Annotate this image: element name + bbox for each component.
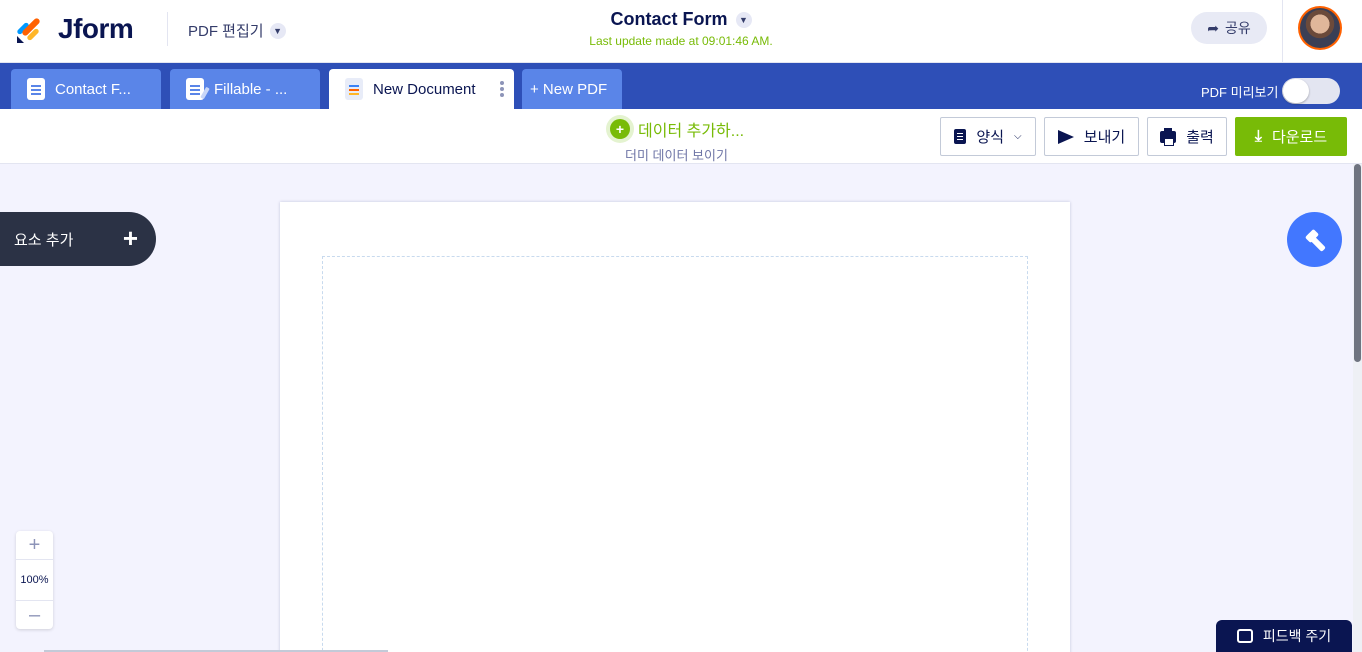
share-label: 공유 (1224, 20, 1251, 36)
tab-fillable[interactable]: Fillable - ... (170, 69, 320, 109)
scrollbar-thumb[interactable] (1354, 164, 1361, 362)
share-button[interactable]: ➦ 공유 (1191, 12, 1267, 44)
send-button[interactable]: 보내기 (1044, 117, 1139, 156)
form-icon (954, 129, 967, 144)
form-dropdown-button[interactable]: 양식 ⌵ (940, 117, 1036, 156)
avatar-image (1300, 8, 1340, 48)
new-pdf-label: + New PDF (530, 80, 608, 98)
chevron-down-icon: ▼ (735, 11, 752, 28)
add-data-button[interactable]: + 데이터 추가하... (610, 117, 744, 141)
form-label: 양식 (976, 129, 1004, 146)
download-label: 다운로드 (1271, 129, 1328, 146)
vertical-scrollbar[interactable] (1353, 164, 1362, 652)
pdf-page[interactable] (280, 202, 1070, 652)
pdf-preview-label: PDF 미리보기 (1201, 84, 1279, 100)
tab-label: New Document (373, 80, 476, 98)
add-data-label: 데이터 추가하... (638, 123, 745, 140)
plus-icon: + (122, 223, 138, 253)
tab-new-document[interactable]: New Document (329, 69, 514, 109)
plus-circle-icon: + (610, 119, 630, 139)
send-label: 보내기 (1083, 129, 1126, 146)
pdf-preview-control: PDF 미리보기 (1201, 78, 1341, 104)
pdf-preview-toggle[interactable] (1282, 78, 1341, 104)
document-title[interactable]: Contact Form ▼ (611, 9, 752, 30)
print-label: 출력 (1186, 129, 1214, 146)
printer-icon (1160, 127, 1177, 146)
share-arrow-icon: ➦ (1207, 19, 1219, 36)
send-icon (1057, 129, 1074, 144)
add-element-button[interactable]: 요소 추가 + (0, 212, 156, 266)
document-tab-bar: Contact F... Fillable - ... New Document… (0, 63, 1362, 109)
zoom-out-button[interactable]: – (16, 601, 53, 629)
tab-label: Contact F... (55, 80, 131, 98)
editor-toolbar: + 데이터 추가하... 더미 데이터 보이기 양식 ⌵ 보내기 출력 ⤓ 다운… (0, 109, 1362, 164)
zoom-level: 100% (16, 559, 53, 601)
more-vertical-icon[interactable] (500, 81, 504, 97)
document-title-area: Contact Form ▼ Last update made at 09:01… (0, 9, 1362, 48)
feedback-icon (1236, 629, 1253, 643)
tab-label: Fillable - ... (214, 80, 288, 98)
document-icon (27, 78, 45, 100)
page-content-area[interactable] (322, 256, 1028, 652)
fillable-document-icon (186, 78, 204, 100)
header-divider (1282, 0, 1283, 63)
download-icon: ⤓ (1254, 127, 1262, 145)
print-button[interactable]: 출력 (1147, 117, 1227, 156)
zoom-in-button[interactable]: + (16, 531, 53, 559)
feedback-button[interactable]: 피드백 주기 (1216, 620, 1352, 652)
show-dummy-data-link[interactable]: 더미 데이터 보이기 (625, 145, 728, 164)
document-icon (345, 78, 363, 100)
add-element-label: 요소 추가 (14, 231, 74, 249)
user-avatar[interactable] (1298, 6, 1342, 50)
magic-wand-icon (1304, 229, 1326, 251)
feedback-label: 피드백 주기 (1262, 628, 1332, 644)
tab-contact-form[interactable]: Contact F... (11, 69, 161, 109)
chevron-down-icon: ⌵ (1014, 131, 1022, 142)
download-button[interactable]: ⤓ 다운로드 (1235, 117, 1347, 156)
app-header: Jform PDF 편집기 ▼ Contact Form ▼ Last upda… (0, 0, 1362, 63)
new-pdf-button[interactable]: + New PDF (522, 69, 622, 109)
zoom-control: + 100% – (16, 531, 53, 629)
document-title-text: Contact Form (610, 9, 728, 29)
last-update-text: Last update made at 09:01:46 AM. (589, 34, 773, 48)
magic-wand-button[interactable] (1287, 212, 1342, 267)
